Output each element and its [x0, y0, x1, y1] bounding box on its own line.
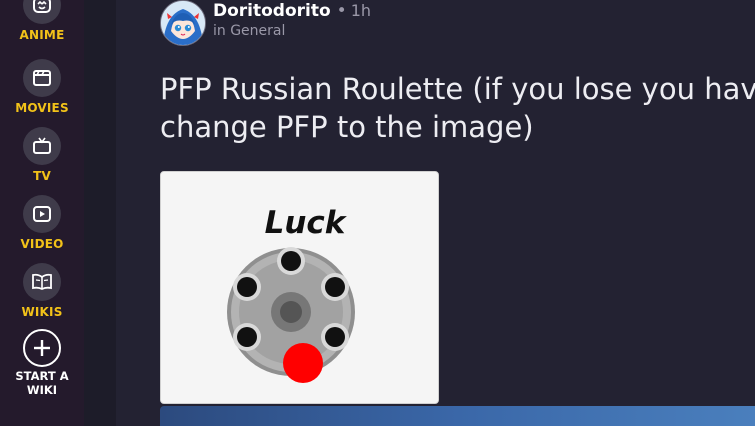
- post-title[interactable]: PFP Russian Roulette (if you lose you ha…: [160, 70, 755, 146]
- post-author-line: Doritodorito • 1h: [213, 1, 371, 21]
- avatar[interactable]: [160, 0, 206, 46]
- sidebar-item-label: MOVIES: [15, 101, 69, 115]
- next-media-preview[interactable]: [160, 406, 755, 426]
- sidebar-item-movies[interactable]: MOVIES: [0, 59, 84, 115]
- sidebar-item-label: VIDEO: [20, 237, 64, 251]
- sidebar-item-label: ANIME: [19, 28, 65, 42]
- post-time: 1h: [350, 1, 372, 20]
- plus-icon: [23, 329, 61, 367]
- sidebar-item-anime[interactable]: ANIME: [0, 0, 84, 42]
- post-title-line2: change PFP to the image): [160, 110, 534, 144]
- post-container: Doritodorito • 1h in General PFP Russian R…: [116, 0, 755, 426]
- sidebar-gap: [84, 0, 116, 426]
- sidebar-item-video[interactable]: VIDEO: [0, 195, 84, 251]
- start-wiki-label-line2: WIKI: [26, 383, 58, 397]
- author-name[interactable]: Doritodorito: [213, 1, 331, 21]
- sidebar-item-wikis[interactable]: WIKIS: [0, 263, 84, 319]
- image-caption: Luck: [265, 205, 348, 241]
- movie-icon: [23, 59, 61, 97]
- sidebar-item-label: TV: [33, 169, 51, 183]
- sidebar: ANIME MOVIES TV VIDEO WIKIS START A WIKI: [0, 0, 84, 426]
- start-wiki-button[interactable]: START A WIKI: [0, 329, 84, 397]
- start-wiki-label-line1: START A: [15, 369, 69, 383]
- sidebar-item-tv[interactable]: TV: [0, 127, 84, 183]
- sidebar-item-label: WIKIS: [21, 305, 63, 319]
- separator-dot: •: [336, 1, 347, 21]
- tv-icon: [23, 127, 61, 165]
- anime-icon: [23, 0, 61, 24]
- book-icon: [23, 263, 61, 301]
- video-icon: [23, 195, 61, 233]
- post-title-line1: PFP Russian Roulette (if you lose you ha…: [160, 72, 755, 106]
- post-category[interactable]: in General: [213, 23, 285, 39]
- post-image[interactable]: Luck: [160, 171, 439, 404]
